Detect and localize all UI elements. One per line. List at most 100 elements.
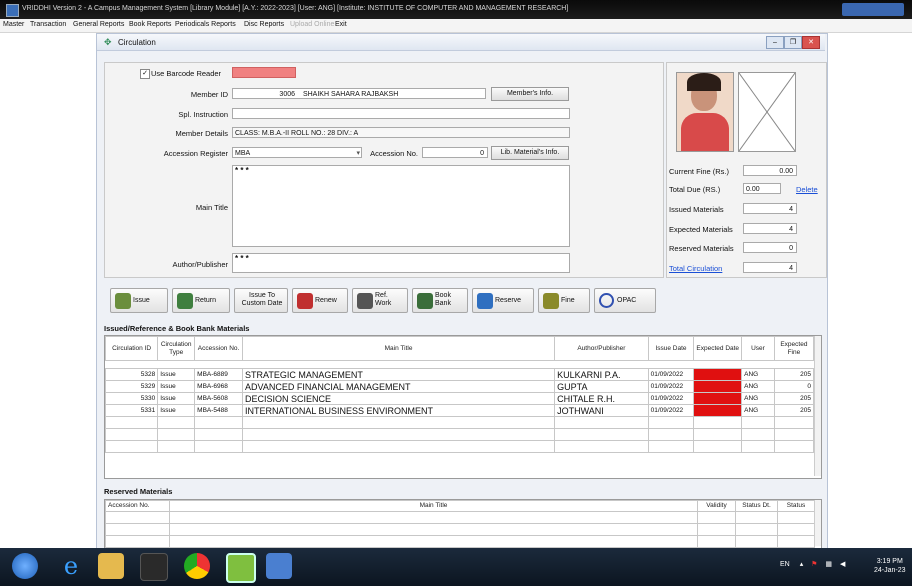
paint-icon[interactable] — [266, 553, 292, 579]
expected-date-cell — [693, 368, 743, 381]
accession-no-input[interactable]: 0 — [422, 147, 488, 158]
spl-instruction-label: Spl. Instruction — [178, 110, 228, 119]
language-indicator[interactable]: EN — [780, 561, 790, 568]
member-name-value: SHAIKH SAHARA RAJBAKSH — [302, 91, 399, 98]
chrome-icon[interactable] — [184, 553, 210, 579]
menu-general-reports[interactable]: General Reports — [73, 21, 124, 28]
table-row-empty — [105, 523, 815, 536]
menu-bar: Master Transaction General Reports Book … — [0, 19, 912, 33]
col-validity[interactable]: Validity — [697, 500, 736, 512]
current-fine-label: Current Fine (Rs.) — [669, 167, 730, 176]
member-photo — [676, 72, 734, 152]
hair-shape — [687, 73, 721, 91]
explorer-icon[interactable] — [98, 553, 124, 579]
issued-grid-scrollbar[interactable] — [814, 336, 821, 476]
clock-date: 24-Jan-23 — [874, 567, 906, 574]
book-bank-icon — [417, 293, 433, 309]
clock-time: 3:19 PM — [876, 558, 903, 565]
close-icon[interactable]: ✕ — [802, 36, 820, 49]
issue-button[interactable]: Issue — [110, 288, 168, 313]
barcode-input[interactable] — [232, 67, 296, 78]
taskbar — [0, 548, 912, 586]
menu-upload-online: Upload Online — [290, 21, 335, 28]
reserved-section-title: Reserved Materials — [104, 487, 173, 496]
vriddhi-app-icon[interactable] — [226, 553, 256, 583]
col-expected-date[interactable]: Expected Date — [693, 336, 743, 361]
menu-master[interactable]: Master — [3, 21, 24, 28]
circulation-title: Circulation — [118, 38, 156, 47]
col-accession-no[interactable]: Accession No. — [194, 336, 243, 361]
spl-instruction-input[interactable] — [232, 108, 570, 119]
table-row[interactable]: 5329 Issue MBA-6968 ADVANCED FINANCIAL M… — [105, 380, 815, 393]
ie-icon[interactable]: e — [58, 553, 84, 579]
member-id-field[interactable]: 3006 SHAIKH SAHARA RAJBAKSH — [232, 88, 486, 99]
menu-transaction[interactable]: Transaction — [30, 21, 66, 28]
author-label: Author/Publisher — [172, 260, 228, 269]
calendar-icon — [297, 293, 313, 309]
menu-book-reports[interactable]: Book Reports — [129, 21, 171, 28]
reserved-materials-grid[interactable]: Accession No. Main Title Validity Status… — [104, 499, 822, 549]
media-player-icon[interactable] — [140, 553, 168, 581]
accession-register-select[interactable]: MBA ▾ — [232, 147, 362, 158]
table-row-empty — [105, 416, 815, 429]
chevron-down-icon[interactable]: ▾ — [356, 148, 360, 157]
menu-disc-reports[interactable]: Disc Reports — [244, 21, 284, 28]
col-status[interactable]: Status — [777, 500, 815, 512]
menu-periodicals-reports[interactable]: Periodicals Reports — [175, 21, 236, 28]
reserved-grid-scrollbar[interactable] — [814, 500, 821, 546]
use-barcode-checkbox[interactable]: ✓ — [140, 69, 150, 79]
reserve-button[interactable]: Reserve — [472, 288, 534, 313]
accession-register-label: Accession Register — [163, 149, 228, 158]
expected-date-cell — [693, 380, 743, 393]
col-main-title[interactable]: Main Title — [169, 500, 698, 512]
return-button[interactable]: Return — [172, 288, 230, 313]
tray-up-icon[interactable]: ▴ — [800, 561, 804, 568]
clock[interactable]: 3:19 PM 24-Jan-23 — [874, 557, 906, 575]
system-tray: EN ▴ ⚑ ▦ ◀ — [780, 560, 845, 568]
table-row-empty — [105, 440, 815, 453]
menu-exit[interactable]: Exit — [335, 21, 347, 28]
network-icon[interactable]: ▦ — [825, 561, 832, 568]
issue-to-custom-date-button[interactable]: Issue To Custom Date — [234, 288, 288, 313]
col-accession-no[interactable]: Accession No. — [105, 500, 170, 512]
col-user[interactable]: User — [741, 336, 775, 361]
fine-button[interactable]: Fine — [538, 288, 590, 313]
shirt-shape — [681, 113, 729, 151]
book-bank-button[interactable]: Book Bank — [412, 288, 468, 313]
renew-button[interactable]: Renew — [292, 288, 348, 313]
reserved-materials-label: Reserved Materials — [669, 244, 734, 253]
restore-icon[interactable]: ❐ — [784, 36, 802, 49]
col-author-publisher[interactable]: Author/Publisher — [554, 336, 649, 361]
col-issue-date[interactable]: Issue Date — [647, 336, 695, 361]
col-circulation-type[interactable]: Circulation Type — [157, 336, 196, 361]
col-expected-fine[interactable]: Expected Fine — [773, 336, 815, 361]
issue-icon — [115, 293, 131, 309]
col-main-title[interactable]: Main Title — [241, 336, 556, 361]
window-controls[interactable] — [842, 3, 904, 16]
issued-materials-grid[interactable]: Circulation ID Circulation Type Accessio… — [104, 335, 822, 479]
issued-materials-label: Issued Materials — [669, 205, 724, 214]
flag-icon[interactable]: ⚑ — [811, 561, 817, 568]
table-row[interactable]: 5331 Issue MBA-5488 INTERNATIONAL BUSINE… — [105, 404, 815, 417]
table-row[interactable]: 5330 Issue MBA-5608 DECISION SCIENCE CHI… — [105, 392, 815, 405]
total-due-value: 0.00 — [743, 183, 781, 194]
table-row-empty — [105, 535, 815, 548]
child-window-controls: – ❐ ✕ — [766, 36, 822, 49]
delete-link[interactable]: Delete — [796, 185, 818, 194]
volume-icon[interactable]: ◀ — [840, 561, 845, 568]
ref-work-button[interactable]: Ref. Work — [352, 288, 408, 313]
table-row[interactable]: 5328 Issue MBA-6889 STRATEGIC MANAGEMENT… — [105, 368, 815, 381]
lib-material-info-button[interactable]: Lib. Material's Info. — [491, 146, 569, 160]
total-circulation-link[interactable]: Total Circulation — [669, 264, 722, 273]
issued-section-title: Issued/Reference & Book Bank Materials — [104, 324, 250, 333]
members-info-button[interactable]: Member's Info. — [491, 87, 569, 101]
col-status-dt[interactable]: Status Dt. — [735, 500, 778, 512]
col-circulation-id[interactable]: Circulation ID — [105, 336, 159, 361]
opac-button[interactable]: OPAC — [594, 288, 656, 313]
start-button[interactable] — [12, 553, 38, 579]
accession-register-value: MBA — [235, 150, 251, 157]
signature-placeholder — [738, 72, 796, 152]
minimize-icon[interactable]: – — [766, 36, 784, 49]
expected-materials-label: Expected Materials — [669, 225, 733, 234]
reserve-icon — [477, 293, 493, 309]
